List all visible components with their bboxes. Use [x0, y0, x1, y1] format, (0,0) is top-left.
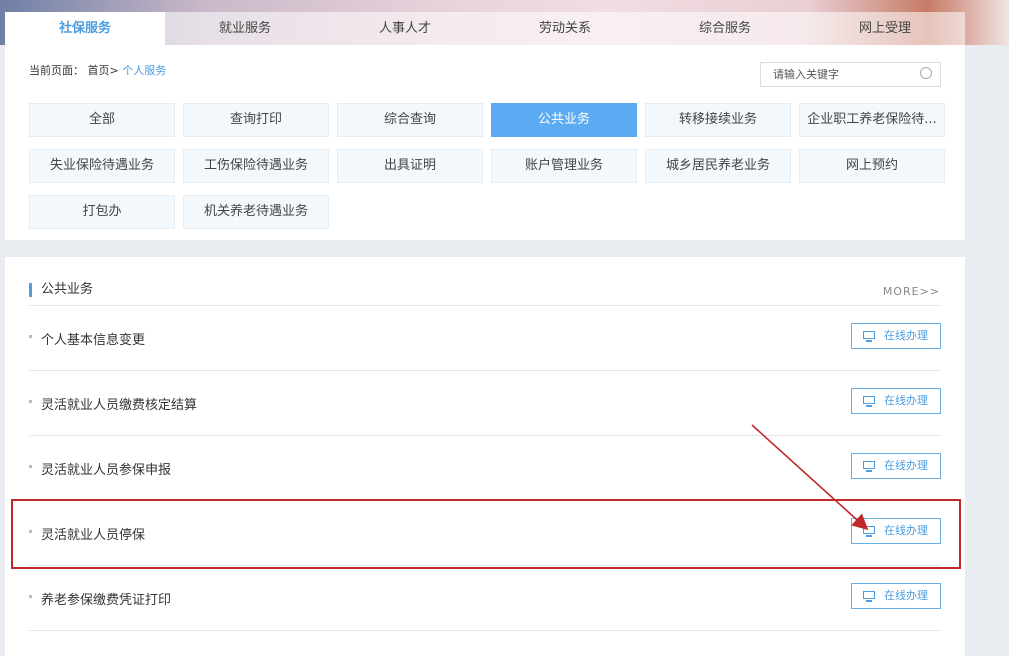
annotation-arrow: [751, 424, 869, 531]
